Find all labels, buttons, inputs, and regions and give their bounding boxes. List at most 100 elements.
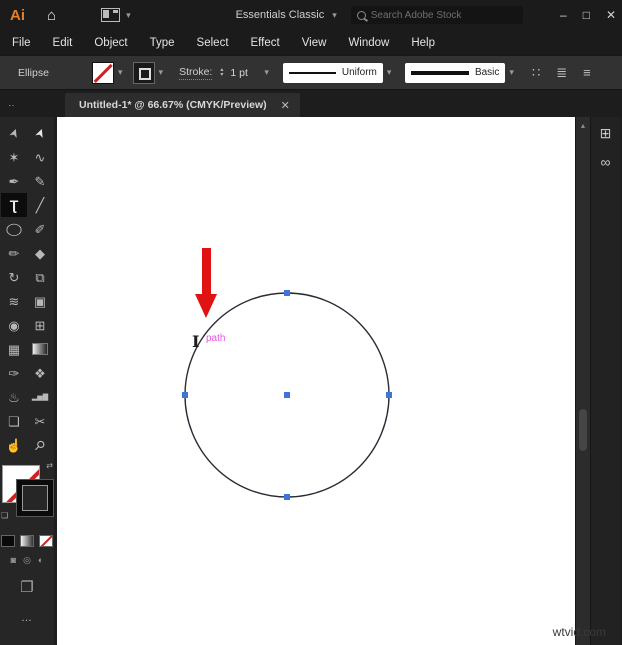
close-button[interactable]: ✕ <box>606 8 616 22</box>
artboard-tool-icon: ❏ <box>8 413 20 429</box>
symbol-sprayer-tool[interactable]: ♨ <box>1 385 27 409</box>
menu-object[interactable]: Object <box>94 37 127 49</box>
options-menu-icon[interactable]: ≡ <box>583 65 591 80</box>
stroke-color-swatch[interactable] <box>132 61 155 84</box>
variable-width-profile-select[interactable]: Uniform <box>282 62 383 83</box>
minimize-button[interactable]: – <box>560 8 567 22</box>
curvature-tool[interactable]: ✎ <box>27 169 53 193</box>
fill-color-swatch[interactable] <box>92 61 114 84</box>
menu-type[interactable]: Type <box>150 37 175 49</box>
perspective-grid-tool[interactable]: ⊞ <box>27 313 53 337</box>
mesh-tool[interactable]: ▦ <box>1 337 27 361</box>
creative-cloud-libraries-icon[interactable]: ∞ <box>601 154 611 170</box>
gradient-tool[interactable] <box>27 337 53 361</box>
artboard-tool[interactable]: ❏ <box>1 409 27 433</box>
curvature-tool-icon: ✎ <box>34 173 46 189</box>
pen-tool-icon: ✒ <box>8 173 20 189</box>
fill-stroke-indicator: ❏ ⇄ <box>1 461 53 529</box>
paintbrush-tool[interactable]: ✐ <box>27 217 53 241</box>
pencil-tool[interactable]: ✏ <box>1 241 27 265</box>
chevron-down-icon[interactable]: ▾ <box>118 67 123 78</box>
recolor-artwork-icon[interactable]: ∷ <box>532 65 540 81</box>
stroke-panel-link[interactable]: Stroke: <box>179 66 213 80</box>
direct-selection-tool[interactable]: ➤ <box>27 121 53 145</box>
drawing-mode-1-icon[interactable]: ◙ <box>11 555 16 566</box>
chevron-down-icon: ▾ <box>126 9 131 20</box>
menu-window[interactable]: Window <box>348 37 389 49</box>
hand-tool-icon: ☝ <box>5 437 23 453</box>
lasso-tool[interactable]: ∿ <box>27 145 53 169</box>
title-bar: Ai ⌂ ▾ Essentials Classic ▾ Search Adobe… <box>0 0 622 30</box>
magic-wand-tool[interactable]: ✶ <box>1 145 27 169</box>
eyedropper-tool[interactable]: ✑ <box>1 361 27 385</box>
none-button[interactable] <box>39 535 53 547</box>
workspace-name-label: Essentials Classic <box>235 9 325 21</box>
toolbar-collapse-icon[interactable]: ‥ <box>0 90 65 117</box>
magic-wand-tool-icon: ✶ <box>8 149 20 165</box>
menu-file[interactable]: File <box>12 37 31 49</box>
ellipse-path[interactable] <box>57 117 575 645</box>
line-segment-tool[interactable]: ╱ <box>27 193 53 217</box>
free-transform-tool[interactable]: ▣ <box>27 289 53 313</box>
type-on-path-tool-icon: Ʈ <box>9 197 19 213</box>
eyedropper-tool-icon: ✑ <box>8 365 20 381</box>
gradient-tool-icon <box>32 343 48 355</box>
slice-tool-icon: ✂ <box>34 413 46 429</box>
stroke-weight-value[interactable]: 1 pt <box>230 67 264 79</box>
zoom-tool[interactable]: ⚲ <box>27 433 53 457</box>
blend-tool[interactable]: ❖ <box>27 361 53 385</box>
drawing-mode-2-icon[interactable]: ◎ <box>23 555 31 566</box>
slice-tool[interactable]: ✂ <box>27 409 53 433</box>
workspace-select[interactable]: Essentials Classic ▾ <box>236 9 337 21</box>
chevron-down-icon[interactable]: ▾ <box>264 67 269 78</box>
document-tab[interactable]: Untitled-1* @ 66.67% (CMYK/Preview) ✕ <box>65 93 300 117</box>
scale-tool[interactable]: ⧉ <box>27 265 53 289</box>
graph-tool[interactable]: ▂▅▇ <box>27 385 53 409</box>
stroke-weight-stepper[interactable]: ▴ ▾ <box>220 67 224 78</box>
center-point <box>284 392 290 398</box>
hand-tool[interactable]: ☝ <box>1 433 27 457</box>
brush-definition-select[interactable]: Basic <box>405 62 506 83</box>
tab-close-icon[interactable]: ✕ <box>281 99 290 112</box>
edit-toolbar-button[interactable]: … <box>21 612 33 624</box>
width-tool[interactable]: ≋ <box>1 289 27 313</box>
drawing-mode-3-icon[interactable]: ◐ <box>38 555 43 566</box>
gradient-button[interactable] <box>20 535 34 547</box>
illustrator-logo-icon: Ai <box>10 6 25 24</box>
eraser-tool[interactable]: ◆ <box>27 241 53 265</box>
maximize-button[interactable]: □ <box>583 8 590 22</box>
zoom-tool-icon: ⚲ <box>31 436 49 454</box>
scroll-up-icon[interactable]: ▲ <box>576 123 590 130</box>
type-on-path-tool[interactable]: Ʈ <box>1 193 27 217</box>
menu-effect[interactable]: Effect <box>251 37 280 49</box>
chevron-down-icon[interactable]: ▾ <box>509 67 514 78</box>
swap-fill-stroke-icon[interactable]: ⇄ <box>46 461 53 470</box>
adobe-stock-search-input[interactable]: Search Adobe Stock <box>350 6 523 24</box>
menu-view[interactable]: View <box>302 37 327 49</box>
rotate-tool[interactable]: ↻ <box>1 265 27 289</box>
menu-edit[interactable]: Edit <box>53 37 73 49</box>
selection-tool[interactable]: ➤ <box>1 121 27 145</box>
ellipse-tool[interactable]: ◯ <box>1 217 27 241</box>
step-down-icon: ▾ <box>220 71 224 78</box>
align-options-icon[interactable]: ≣ <box>556 65 567 81</box>
tools-panel: ➤ ➤ ✶ ∿ ✒ ✎ Ʈ ╱ ◯ ✐ ✏ ◆ ↻ ⧉ ≋ ▣ ◉ ⊞ ▦ ✑ ❖ ♨ ▂▅▇ ❏ ✂ ☝ ⚲ ❏ ⇄ ◙ ◎ ◐ ❐ … <box>0 117 57 645</box>
menu-help[interactable]: Help <box>411 37 435 49</box>
menu-select[interactable]: Select <box>197 37 229 49</box>
default-fill-stroke-icon[interactable]: ❏ <box>1 511 8 520</box>
chevron-down-icon[interactable]: ▾ <box>387 67 392 78</box>
screen-mode-button[interactable]: ❐ <box>20 578 33 596</box>
scrollbar-thumb[interactable] <box>579 409 587 451</box>
properties-panel-icon[interactable]: ⊞ <box>600 125 612 142</box>
color-button[interactable] <box>1 535 15 547</box>
shape-builder-tool[interactable]: ◉ <box>1 313 27 337</box>
home-icon[interactable]: ⌂ <box>47 7 56 24</box>
search-icon <box>356 10 366 20</box>
arrow-shaft <box>201 248 211 294</box>
artboard-canvas[interactable]: I path <box>57 117 575 645</box>
workspace-switcher[interactable]: ▾ <box>101 8 131 22</box>
stroke-swatch[interactable] <box>17 480 53 516</box>
pen-tool[interactable]: ✒ <box>1 169 27 193</box>
vertical-scrollbar[interactable]: ▲ <box>575 117 590 645</box>
chevron-down-icon[interactable]: ▾ <box>159 67 164 78</box>
